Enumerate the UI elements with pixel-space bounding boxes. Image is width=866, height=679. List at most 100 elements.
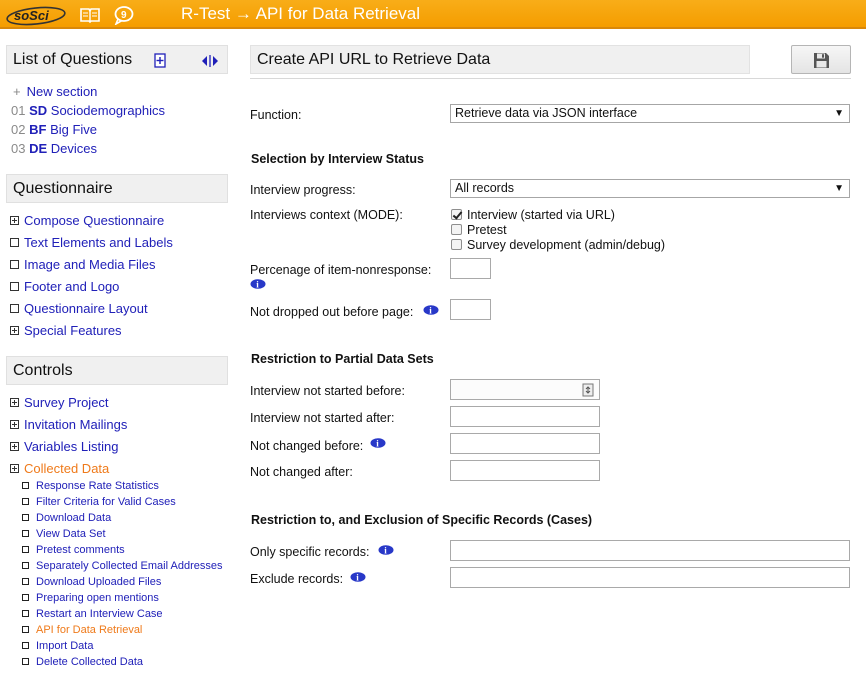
mode-option-development[interactable]: Survey development (admin/debug) bbox=[451, 238, 665, 252]
interview-progress-select[interactable]: All records ▼ bbox=[450, 179, 850, 198]
question-section-item[interactable]: 03 DE Devices bbox=[11, 141, 97, 156]
subnav-api-data-retrieval[interactable]: API for Data Retrieval bbox=[22, 624, 142, 636]
subnav-uploaded-files[interactable]: Download Uploaded Files bbox=[22, 576, 161, 588]
mode-option-pretest[interactable]: Pretest bbox=[451, 223, 507, 237]
bullet-icon bbox=[22, 482, 29, 489]
nav-collected-data[interactable]: Collected Data bbox=[10, 461, 109, 476]
info-icon[interactable]: i bbox=[350, 571, 366, 583]
logo-text: soSci bbox=[14, 8, 49, 23]
checkbox[interactable] bbox=[451, 224, 462, 235]
expand-icon bbox=[10, 326, 19, 335]
checkbox-checked[interactable] bbox=[451, 209, 462, 220]
nav-survey-project[interactable]: Survey Project bbox=[10, 395, 109, 410]
bullet-icon bbox=[22, 658, 29, 665]
bullet-icon bbox=[22, 610, 29, 617]
bullet-icon bbox=[10, 260, 19, 269]
mode-label: Interviews context (MODE): bbox=[250, 208, 403, 222]
subnav-delete-data[interactable]: Delete Collected Data bbox=[22, 656, 143, 668]
nav-special-features[interactable]: Special Features bbox=[10, 323, 122, 338]
not-started-before-input[interactable] bbox=[450, 379, 600, 400]
bullet-icon bbox=[10, 304, 19, 313]
floppy-disk-icon bbox=[814, 53, 829, 68]
controls-panel-title: Controls bbox=[13, 362, 73, 379]
dropdown-arrow-icon: ▼ bbox=[834, 108, 844, 119]
not-started-before-label: Interview not started before: bbox=[250, 384, 405, 398]
expand-icon bbox=[10, 398, 19, 407]
expand-icon bbox=[10, 216, 19, 225]
page-title: Create API URL to Retrieve Data bbox=[250, 45, 750, 74]
nonresponse-label: Percenage of item-nonresponse: bbox=[250, 263, 432, 277]
nav-questionnaire-layout[interactable]: Questionnaire Layout bbox=[10, 301, 148, 316]
subnav-view-data-set[interactable]: View Data Set bbox=[22, 528, 106, 540]
dropout-label: Not dropped out before page: bbox=[250, 305, 414, 319]
subnav-response-rate-statistics[interactable]: Response Rate Statistics bbox=[22, 480, 159, 492]
bullet-icon bbox=[22, 594, 29, 601]
not-changed-before-input[interactable] bbox=[450, 433, 600, 454]
app-title: R-Test → API for Data Retrieval bbox=[181, 4, 421, 23]
nav-image-media[interactable]: Image and Media Files bbox=[10, 257, 156, 272]
only-records-input[interactable] bbox=[450, 540, 850, 561]
not-started-after-label: Interview not started after: bbox=[250, 411, 395, 425]
subnav-open-mentions[interactable]: Preparing open mentions bbox=[22, 592, 159, 604]
section-heading-records: Restriction to, and Exclusion of Specifi… bbox=[251, 513, 593, 527]
bullet-icon bbox=[22, 514, 29, 521]
exclude-records-label: Exclude records: bbox=[250, 572, 344, 586]
subnav-download-data[interactable]: Download Data bbox=[22, 512, 111, 524]
not-changed-before-label: Not changed before: bbox=[250, 439, 364, 453]
question-section-item[interactable]: 01 SD Sociodemographics bbox=[11, 103, 165, 118]
info-icon[interactable]: i bbox=[250, 278, 266, 290]
book-icon[interactable] bbox=[79, 5, 101, 25]
nav-variables-listing[interactable]: Variables Listing bbox=[10, 439, 118, 454]
questionnaire-panel-title: Questionnaire bbox=[13, 180, 113, 197]
only-records-label: Only specific records: bbox=[250, 545, 370, 559]
sosci-logo[interactable]: soSci bbox=[4, 4, 68, 26]
checkbox[interactable] bbox=[451, 239, 462, 250]
calendar-icon[interactable] bbox=[582, 383, 594, 397]
nav-invitation-mailings[interactable]: Invitation Mailings bbox=[10, 417, 127, 432]
not-changed-after-label: Not changed after: bbox=[250, 465, 353, 479]
collapse-icon bbox=[10, 464, 19, 473]
exclude-records-input[interactable] bbox=[450, 567, 850, 588]
add-question-icon[interactable] bbox=[152, 51, 168, 68]
function-label: Function: bbox=[250, 108, 302, 122]
not-started-after-input[interactable] bbox=[450, 406, 600, 427]
nav-text-elements[interactable]: Text Elements and Labels bbox=[10, 235, 173, 250]
bullet-icon bbox=[22, 562, 29, 569]
top-bar: soSci 9 R-Test → API for Data Retrieval bbox=[0, 0, 866, 29]
subnav-restart-interview[interactable]: Restart an Interview Case bbox=[22, 608, 163, 620]
expand-panel-icon[interactable] bbox=[201, 51, 218, 67]
mode-option-interview[interactable]: Interview (started via URL) bbox=[451, 208, 615, 222]
bullet-icon bbox=[22, 530, 29, 537]
dropdown-arrow-icon: ▼ bbox=[834, 183, 844, 194]
nav-compose-questionnaire[interactable]: Compose Questionnaire bbox=[10, 213, 164, 228]
expand-icon bbox=[10, 442, 19, 451]
new-section-link[interactable]: + New section bbox=[11, 84, 97, 99]
subnav-import-data[interactable]: Import Data bbox=[22, 640, 93, 652]
not-changed-after-input[interactable] bbox=[450, 460, 600, 481]
section-heading-partial: Restriction to Partial Data Sets bbox=[251, 352, 434, 366]
questionnaire-panel-header: Questionnaire bbox=[6, 174, 228, 203]
interview-progress-value: All records bbox=[455, 181, 515, 195]
subnav-filter-criteria[interactable]: Filter Criteria for Valid Cases bbox=[22, 496, 176, 508]
controls-panel-header: Controls bbox=[6, 356, 228, 385]
bullet-icon bbox=[10, 238, 19, 247]
nonresponse-input[interactable] bbox=[450, 258, 491, 279]
subnav-pretest-comments[interactable]: Pretest comments bbox=[22, 544, 125, 556]
bullet-icon bbox=[22, 546, 29, 553]
bullet-icon bbox=[22, 626, 29, 633]
info-icon[interactable]: i bbox=[378, 544, 394, 556]
save-button[interactable] bbox=[791, 45, 851, 74]
divider bbox=[250, 78, 851, 79]
subnav-email-addresses[interactable]: Separately Collected Email Addresses bbox=[22, 560, 222, 572]
dropout-page-input[interactable] bbox=[450, 299, 491, 320]
questions-panel-header: List of Questions bbox=[6, 45, 228, 74]
info-icon[interactable]: i bbox=[423, 304, 439, 316]
function-select[interactable]: Retrieve data via JSON interface ▼ bbox=[450, 104, 850, 123]
chat-icon[interactable]: 9 bbox=[113, 5, 135, 26]
info-icon[interactable]: i bbox=[370, 437, 386, 449]
bullet-icon bbox=[22, 498, 29, 505]
function-select-value: Retrieve data via JSON interface bbox=[455, 106, 638, 120]
question-section-item[interactable]: 02 BF Big Five bbox=[11, 122, 97, 137]
nav-footer-logo[interactable]: Footer and Logo bbox=[10, 279, 119, 294]
svg-text:9: 9 bbox=[121, 10, 127, 21]
